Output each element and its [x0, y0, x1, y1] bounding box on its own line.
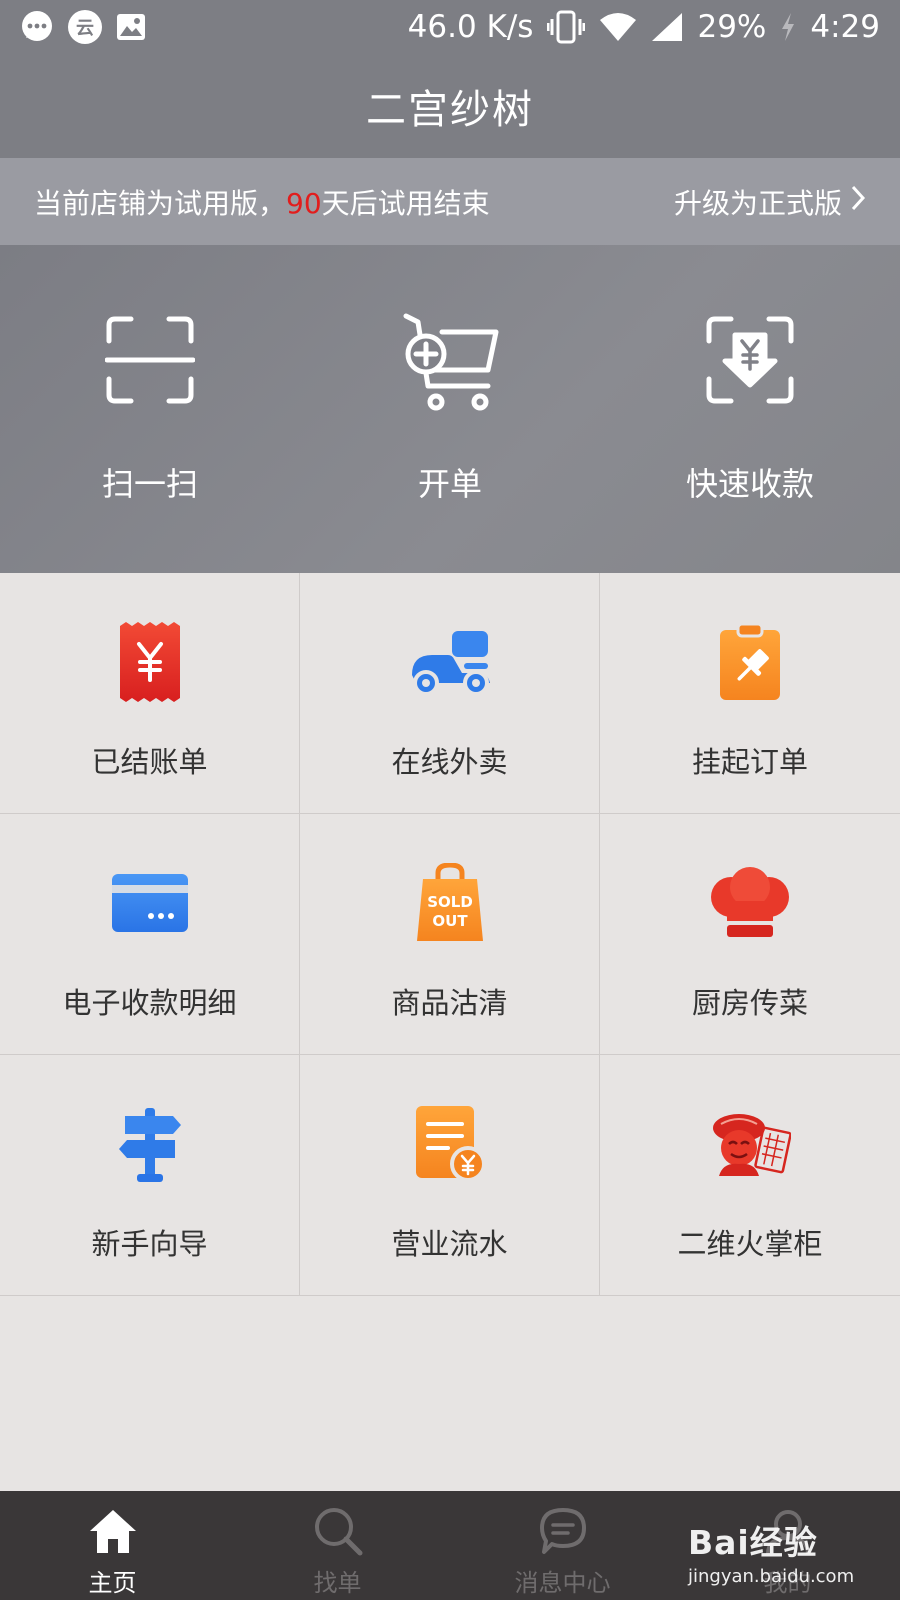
- trial-suffix: 天后试用结束: [321, 186, 490, 220]
- page-title: 二宫纱树: [366, 87, 534, 133]
- nav-messages[interactable]: 消息中心: [450, 1491, 675, 1600]
- signal-icon: [651, 12, 683, 42]
- grid-item-sold-out[interactable]: SOLD OUT 商品沽清: [300, 814, 600, 1055]
- chef-hat-icon: [705, 858, 795, 948]
- grid-item-label: 营业流水: [391, 1227, 508, 1261]
- search-icon: [310, 1503, 366, 1559]
- message-icon: [20, 10, 54, 44]
- image-icon: [116, 13, 146, 41]
- quick-actions: 扫一扫 开单 快速收款: [0, 245, 900, 573]
- quick-action-scan[interactable]: 扫一扫: [0, 245, 300, 573]
- chevron-right-icon: [850, 184, 866, 219]
- home-icon: [85, 1503, 141, 1559]
- function-grid: 已结账单 在线外卖 挂起订单 电子收款明细 SOLD OUT 商品沽清 厨房传菜…: [0, 573, 900, 1296]
- nav-label: 主页: [88, 1569, 137, 1597]
- sold-out-bag-icon: SOLD OUT: [405, 858, 495, 948]
- trial-notice: 当前店铺为试用版，90天后试用结束: [34, 182, 490, 222]
- cloud-icon: 云: [68, 10, 102, 44]
- quick-action-open-order[interactable]: 开单: [300, 245, 600, 573]
- trial-prefix: 当前店铺为试用版，: [34, 186, 287, 220]
- status-bar: 云 46.0 K/s 29% 4:29: [0, 0, 900, 54]
- grid-item-label: 已结账单: [91, 745, 208, 779]
- grid-item-label: 新手向导: [91, 1227, 208, 1261]
- grid-item-label: 厨房传菜: [691, 986, 808, 1020]
- grid-item-label: 在线外卖: [391, 745, 508, 779]
- sold-out-bottom-text: OUT: [432, 912, 468, 930]
- baidu-watermark: Bai经验 jingyan.baidu.com: [688, 1516, 854, 1587]
- trial-days: 90: [286, 186, 322, 220]
- grid-item-label: 商品沽清: [391, 986, 508, 1020]
- grid-item-label: 二维火掌柜: [677, 1227, 823, 1261]
- ledger-icon: [405, 1099, 495, 1189]
- watermark-brand: Bai经验: [688, 1523, 818, 1562]
- watermark-url: jingyan.baidu.com: [688, 1566, 855, 1587]
- quick-action-collect[interactable]: 快速收款: [600, 245, 900, 573]
- nav-home[interactable]: 主页: [0, 1491, 225, 1600]
- scooter-icon: [405, 617, 495, 707]
- grid-item-label: 电子收款明细: [62, 986, 237, 1020]
- upgrade-link[interactable]: 升级为正式版: [674, 182, 866, 222]
- signpost-icon: [105, 1099, 195, 1189]
- nav-label: 消息中心: [514, 1569, 611, 1597]
- quick-collect-icon: [695, 305, 805, 415]
- grid-item-label: 挂起订单: [691, 745, 808, 779]
- card-icon: [105, 858, 195, 948]
- scan-icon: [95, 305, 205, 415]
- grid-item-shopkeeper[interactable]: 二维火掌柜: [600, 1055, 900, 1296]
- grid-item-kitchen-dispatch[interactable]: 厨房传菜: [600, 814, 900, 1055]
- chat-icon: [535, 1503, 591, 1559]
- cart-add-icon: [395, 305, 505, 415]
- upgrade-label: 升级为正式版: [673, 186, 842, 220]
- sold-out-top-text: SOLD: [427, 893, 473, 911]
- shopkeeper-icon: [705, 1099, 795, 1189]
- grid-item-suspended-orders[interactable]: 挂起订单: [600, 573, 900, 814]
- quick-action-label: 扫一扫: [101, 465, 198, 503]
- trial-banner: 当前店铺为试用版，90天后试用结束 升级为正式版: [0, 158, 900, 245]
- battery-level: 29%: [697, 9, 767, 45]
- grid-item-beginner-guide[interactable]: 新手向导: [0, 1055, 300, 1296]
- header: 二宫纱树: [0, 54, 900, 158]
- charging-icon: [780, 12, 796, 42]
- network-speed: 46.0 K/s: [407, 9, 534, 45]
- grid-item-settled-bills[interactable]: 已结账单: [0, 573, 300, 814]
- quick-action-label: 快速收款: [685, 465, 814, 503]
- clock: 4:29: [810, 9, 880, 45]
- vibrate-icon: [547, 10, 586, 44]
- wifi-icon: [599, 12, 637, 42]
- grid-item-online-delivery[interactable]: 在线外卖: [300, 573, 600, 814]
- receipt-icon: [105, 617, 195, 707]
- grid-item-e-payment-details[interactable]: 电子收款明细: [0, 814, 300, 1055]
- grid-item-business-flow[interactable]: 营业流水: [300, 1055, 600, 1296]
- nav-find-order[interactable]: 找单: [225, 1491, 450, 1600]
- clipboard-pin-icon: [705, 617, 795, 707]
- nav-label: 找单: [313, 1569, 362, 1597]
- quick-action-label: 开单: [417, 465, 482, 503]
